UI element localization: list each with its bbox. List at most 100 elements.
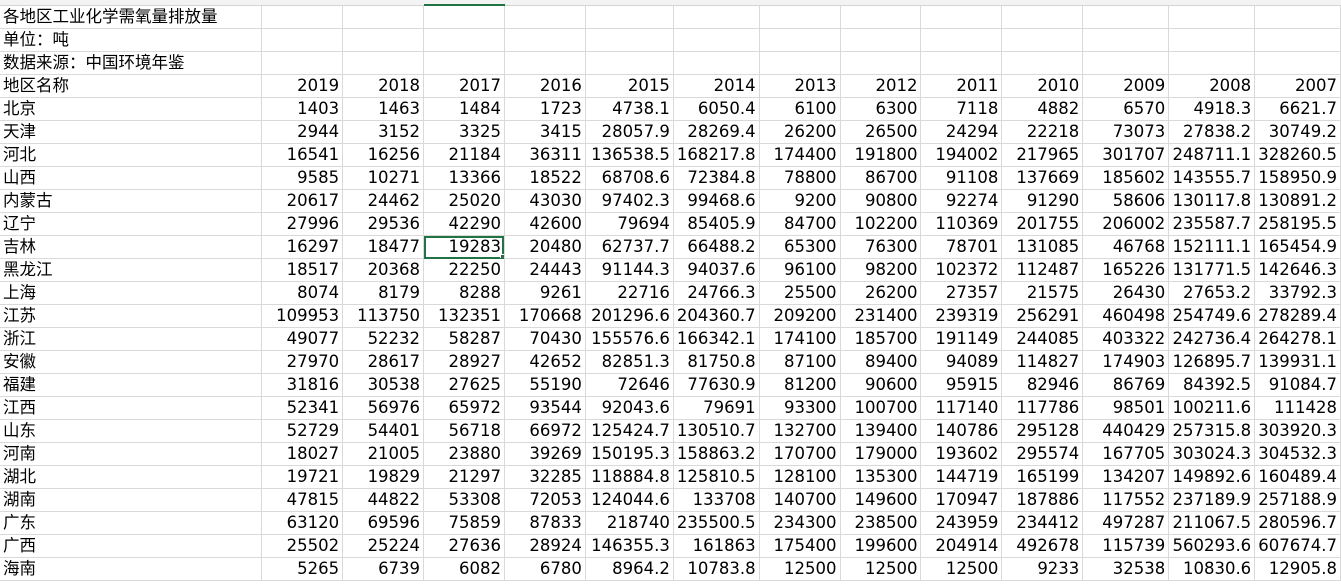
value-cell[interactable]: 134207: [1082, 465, 1170, 489]
value-cell[interactable]: 264278.1: [1254, 327, 1341, 351]
value-cell[interactable]: 65972: [423, 396, 505, 420]
value-cell[interactable]: 36311: [504, 143, 586, 167]
empty-cell[interactable]: [342, 51, 425, 75]
value-cell[interactable]: 72053: [504, 488, 586, 512]
value-cell[interactable]: 56976: [342, 396, 425, 420]
value-cell[interactable]: 9261: [504, 281, 586, 305]
value-cell[interactable]: 91084.7: [1254, 373, 1341, 397]
value-cell[interactable]: 132700: [759, 419, 841, 443]
empty-cell[interactable]: [1254, 51, 1341, 75]
value-cell[interactable]: 211067.5: [1168, 511, 1256, 535]
value-cell[interactable]: 21184: [423, 143, 505, 167]
value-cell[interactable]: 257188.9: [1254, 488, 1341, 512]
year-header-cell[interactable]: 2011: [920, 74, 1003, 98]
value-cell[interactable]: 185700: [840, 327, 922, 351]
value-cell[interactable]: 28927: [423, 350, 505, 374]
value-cell[interactable]: 79694: [585, 212, 674, 236]
empty-cell[interactable]: [673, 28, 760, 52]
value-cell[interactable]: 110369: [920, 212, 1003, 236]
value-cell[interactable]: 5265: [261, 557, 344, 581]
value-cell[interactable]: 58287: [423, 327, 505, 351]
value-cell[interactable]: 27625: [423, 373, 505, 397]
value-cell[interactable]: 7118: [920, 97, 1003, 121]
value-cell[interactable]: 18027: [261, 442, 344, 466]
year-header-cell[interactable]: 2018: [342, 74, 425, 98]
value-cell[interactable]: 12500: [759, 557, 841, 581]
region-name-cell[interactable]: 湖北: [0, 465, 263, 489]
value-cell[interactable]: 49077: [261, 327, 344, 351]
year-header-cell[interactable]: 2014: [673, 74, 760, 98]
value-cell[interactable]: 82946: [1001, 373, 1084, 397]
value-cell[interactable]: 10830.6: [1168, 557, 1256, 581]
value-cell[interactable]: 95915: [920, 373, 1003, 397]
value-cell[interactable]: 125810.5: [673, 465, 760, 489]
value-cell[interactable]: 66972: [504, 419, 586, 443]
value-cell[interactable]: 72646: [585, 373, 674, 397]
empty-cell[interactable]: [840, 6, 922, 29]
empty-cell[interactable]: [759, 28, 841, 52]
value-cell[interactable]: 185602: [1082, 166, 1170, 190]
value-cell[interactable]: 70430: [504, 327, 586, 351]
value-cell[interactable]: 117786: [1001, 396, 1084, 420]
value-cell[interactable]: 193602: [920, 442, 1003, 466]
value-cell[interactable]: 206002: [1082, 212, 1170, 236]
year-header-cell[interactable]: 2013: [759, 74, 841, 98]
value-cell[interactable]: 133708: [673, 488, 760, 512]
empty-cell[interactable]: [759, 6, 841, 29]
value-cell[interactable]: 191149: [920, 327, 1003, 351]
value-cell[interactable]: 191800: [840, 143, 922, 167]
value-cell[interactable]: 86700: [840, 166, 922, 190]
value-cell[interactable]: 22716: [585, 281, 674, 305]
value-cell[interactable]: 19829: [342, 465, 425, 489]
value-cell[interactable]: 460498: [1082, 304, 1170, 328]
value-cell[interactable]: 24294: [920, 120, 1003, 144]
value-cell[interactable]: 82851.3: [585, 350, 674, 374]
value-cell[interactable]: 78800: [759, 166, 841, 190]
region-name-cell[interactable]: 黑龙江: [0, 258, 263, 282]
value-cell[interactable]: 254749.6: [1168, 304, 1256, 328]
value-cell[interactable]: 42600: [504, 212, 586, 236]
value-cell[interactable]: 201296.6: [585, 304, 674, 328]
value-cell[interactable]: 55190: [504, 373, 586, 397]
value-cell[interactable]: 100700: [840, 396, 922, 420]
value-cell[interactable]: 13366: [423, 166, 505, 190]
empty-cell[interactable]: [342, 28, 425, 52]
empty-cell[interactable]: [1168, 6, 1256, 29]
region-name-cell[interactable]: 河南: [0, 442, 263, 466]
value-cell[interactable]: 81750.8: [673, 350, 760, 374]
value-cell[interactable]: 9585: [261, 166, 344, 190]
value-cell[interactable]: 26500: [840, 120, 922, 144]
value-cell[interactable]: 23880: [423, 442, 505, 466]
value-cell[interactable]: 96100: [759, 258, 841, 282]
value-cell[interactable]: 43030: [504, 189, 586, 213]
year-header-cell[interactable]: 2019: [261, 74, 344, 98]
value-cell[interactable]: 30538: [342, 373, 425, 397]
value-cell[interactable]: 165199: [1001, 465, 1084, 489]
value-cell[interactable]: 160489.4: [1254, 465, 1341, 489]
value-cell[interactable]: 130891.2: [1254, 189, 1341, 213]
value-cell[interactable]: 99468.6: [673, 189, 760, 213]
empty-cell[interactable]: [585, 6, 674, 29]
value-cell[interactable]: 1463: [342, 97, 425, 121]
value-cell[interactable]: 209200: [759, 304, 841, 328]
empty-cell[interactable]: [920, 28, 1003, 52]
value-cell[interactable]: 238500: [840, 511, 922, 535]
value-cell[interactable]: 124044.6: [585, 488, 674, 512]
value-cell[interactable]: 128100: [759, 465, 841, 489]
value-cell[interactable]: 131771.5: [1168, 258, 1256, 282]
value-cell[interactable]: 201755: [1001, 212, 1084, 236]
region-name-cell[interactable]: 广东: [0, 511, 263, 535]
value-cell[interactable]: 248711.1: [1168, 143, 1256, 167]
value-cell[interactable]: 27636: [423, 534, 505, 558]
region-name-cell[interactable]: 海南: [0, 557, 263, 581]
empty-cell[interactable]: [585, 51, 674, 75]
value-cell[interactable]: 27653.2: [1168, 281, 1256, 305]
value-cell[interactable]: 16256: [342, 143, 425, 167]
value-cell[interactable]: 1723: [504, 97, 586, 121]
value-cell[interactable]: 242736.4: [1168, 327, 1256, 351]
value-cell[interactable]: 152111.1: [1168, 235, 1256, 259]
value-cell[interactable]: 93544: [504, 396, 586, 420]
value-cell[interactable]: 301707: [1082, 143, 1170, 167]
value-cell[interactable]: 199600: [840, 534, 922, 558]
value-cell[interactable]: 6621.7: [1254, 97, 1341, 121]
